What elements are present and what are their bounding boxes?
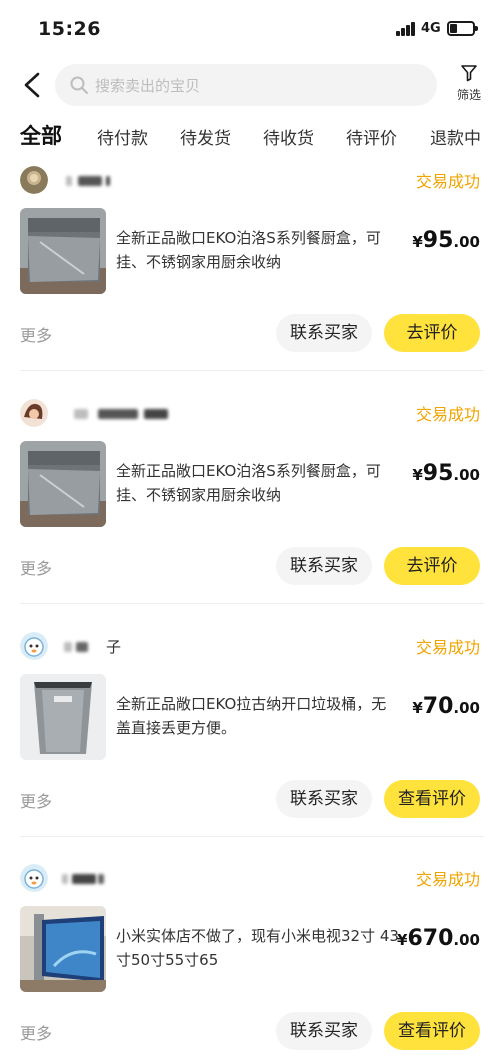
filter-button[interactable]: 筛选 (452, 64, 486, 108)
product-title[interactable]: 全新正品敞口EKO泊洛S系列餐厨盒，可挂、不锈钢家用厨余收纳 (116, 226, 401, 274)
price-decimal: .00 (453, 466, 480, 484)
status-time: 15:26 (38, 18, 101, 40)
tab-refunding[interactable]: 退款中 (430, 124, 481, 149)
price-integer: 670 (407, 926, 454, 951)
filter-label: 筛选 (456, 88, 481, 102)
status-bar: 15:26 4G (0, 0, 500, 56)
order-card: 交易成功 小米实体店不做了，现有小米电视32寸 43寸50寸55寸65 ¥670… (0, 858, 500, 1062)
order-price: ¥670.00 (397, 926, 480, 951)
contact-buyer-button[interactable]: 联系买家 (276, 780, 372, 818)
seller-name-redacted (58, 403, 178, 423)
more-link[interactable]: 更多 (20, 322, 52, 346)
product-title[interactable]: 全新正品敞口EKO泊洛S系列餐厨盒，可挂、不锈钢家用厨余收纳 (116, 459, 401, 507)
product-thumbnail[interactable] (20, 208, 106, 294)
search-input[interactable]: 搜索卖出的宝贝 (55, 64, 437, 106)
order-price: ¥95.00 (412, 461, 480, 486)
tab-pending-receipt[interactable]: 待收货 (263, 124, 314, 149)
contact-buyer-button[interactable]: 联系买家 (276, 1012, 372, 1050)
view-review-button[interactable]: 查看评价 (384, 1012, 480, 1050)
price-integer: 95 (422, 461, 454, 486)
price-integer: 95 (422, 228, 454, 253)
battery-icon (447, 21, 478, 36)
price-currency: ¥ (412, 233, 423, 251)
order-divider (20, 836, 484, 837)
tab-pending-payment[interactable]: 待付款 (97, 124, 148, 149)
order-divider (20, 370, 484, 371)
tab-all[interactable]: 全部 (20, 120, 62, 150)
avatar[interactable] (20, 632, 48, 660)
avatar[interactable] (20, 399, 48, 427)
order-status: 交易成功 (415, 172, 480, 191)
seller-name-redacted: 子 (58, 636, 178, 656)
price-decimal: .00 (453, 699, 480, 717)
top-nav: 搜索卖出的宝贝 筛选 (0, 56, 500, 114)
filter-icon (461, 65, 477, 82)
seller-name-suffix: 子 (106, 638, 122, 656)
product-thumbnail[interactable] (20, 674, 106, 760)
product-thumbnail[interactable] (20, 441, 106, 527)
search-placeholder: 搜索卖出的宝贝 (95, 77, 201, 95)
price-currency: ¥ (412, 699, 423, 717)
price-currency: ¥ (412, 466, 423, 484)
signal-icon (396, 22, 416, 36)
contact-buyer-button[interactable]: 联系买家 (276, 547, 372, 585)
avatar[interactable] (20, 166, 48, 194)
order-status: 交易成功 (415, 405, 480, 424)
order-card: 交易成功 全新正品敞口EKO泊洛S系列餐厨盒，可挂、不锈钢家用厨余收纳 ¥95.… (0, 160, 500, 371)
product-title[interactable]: 小米实体店不做了，现有小米电视32寸 43寸50寸55寸65 (116, 924, 401, 972)
order-tabs: 全部 待付款 待发货 待收货 待评价 退款中 (0, 116, 500, 156)
avatar[interactable] (20, 864, 48, 892)
view-review-button[interactable]: 查看评价 (384, 780, 480, 818)
price-decimal: .00 (453, 233, 480, 251)
seller-name-redacted (58, 170, 178, 190)
order-card: 子 交易成功 全新正品敞口EKO拉古纳开口垃圾桶，无盖直接丢更方便。 ¥70.0… (0, 626, 500, 837)
tab-pending-review[interactable]: 待评价 (346, 124, 397, 149)
order-divider (20, 603, 484, 604)
contact-buyer-button[interactable]: 联系买家 (276, 314, 372, 352)
product-title[interactable]: 全新正品敞口EKO拉古纳开口垃圾桶，无盖直接丢更方便。 (116, 692, 401, 740)
back-arrow-icon[interactable] (20, 71, 46, 99)
review-button[interactable]: 去评价 (384, 547, 480, 585)
price-decimal: .00 (453, 931, 480, 949)
order-card: 交易成功 全新正品敞口EKO泊洛S系列餐厨盒，可挂、不锈钢家用厨余收纳 ¥95.… (0, 393, 500, 604)
price-currency: ¥ (397, 931, 408, 949)
network-label: 4G (421, 21, 441, 36)
order-price: ¥70.00 (412, 694, 480, 719)
more-link[interactable]: 更多 (20, 1020, 52, 1044)
search-icon (70, 76, 88, 94)
order-status: 交易成功 (415, 870, 480, 889)
product-thumbnail[interactable] (20, 906, 106, 992)
more-link[interactable]: 更多 (20, 555, 52, 579)
tab-pending-shipment[interactable]: 待发货 (180, 124, 231, 149)
order-price: ¥95.00 (412, 228, 480, 253)
review-button[interactable]: 去评价 (384, 314, 480, 352)
more-link[interactable]: 更多 (20, 788, 52, 812)
order-status: 交易成功 (415, 638, 480, 657)
seller-name-redacted (58, 868, 178, 888)
price-integer: 70 (422, 694, 454, 719)
